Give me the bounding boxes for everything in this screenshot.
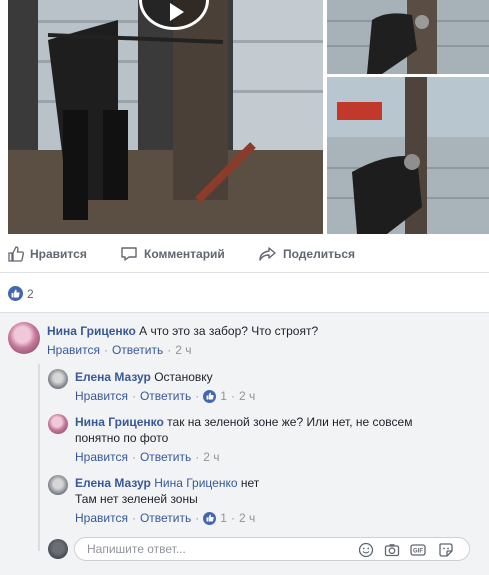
comment-body: Елена Мазур Остановку [75, 369, 213, 385]
comment-author[interactable]: Елена Мазур [75, 370, 151, 384]
smiley-icon[interactable] [358, 542, 374, 558]
avatar [48, 539, 68, 559]
comment-label: Комментарий [144, 247, 225, 261]
comment-reply-link[interactable]: Ответить [112, 342, 163, 358]
comment-author[interactable]: Нина Гриценко [75, 415, 164, 429]
comment-reply-link[interactable]: Ответить [140, 510, 191, 526]
like-reaction-icon [8, 286, 23, 301]
like-reaction-icon [203, 511, 217, 525]
camera-icon[interactable] [384, 542, 400, 558]
comment-like-link[interactable]: Нравится [75, 510, 128, 526]
comment-body: Елена Мазур Нина Гриценко нет Там нет зе… [75, 475, 455, 507]
comment-time[interactable]: 2 ч [203, 449, 219, 465]
reaction-count: 2 [27, 286, 34, 301]
reaction-summary[interactable]: 2 [8, 286, 34, 301]
comment-text: нет [240, 476, 260, 490]
comment-like-count: 1 [220, 511, 227, 525]
reply-composer[interactable]: GIF [74, 537, 470, 561]
comment-actions: Нравится · Ответить · 2 ч [75, 449, 220, 465]
comment-text: так на зеленой зоне же? Или нет, не совс… [167, 415, 413, 429]
share-button[interactable]: Поделиться [259, 246, 355, 262]
comment-like-link[interactable]: Нравится [75, 449, 128, 465]
comment-actions: Нравится · Ответить · 2 ч [47, 342, 192, 358]
sticker-icon[interactable] [438, 542, 454, 558]
avatar[interactable] [48, 475, 68, 495]
comment-text: А что это за забор? Что строят? [139, 324, 319, 338]
comment-time[interactable]: 2 ч [175, 342, 191, 358]
comment-like-count: 1 [220, 389, 227, 403]
avatar[interactable] [48, 369, 68, 389]
avatar[interactable] [48, 414, 68, 434]
share-arrow-icon [259, 247, 276, 261]
comment-body: Нина Гриценко А что это за забор? Что ст… [47, 323, 318, 339]
svg-text:GIF: GIF [413, 549, 423, 555]
video-scene [8, 0, 323, 234]
share-label: Поделиться [283, 247, 356, 261]
comment-like-link[interactable]: Нравится [75, 388, 128, 404]
photo-thumbnail[interactable] [327, 77, 489, 234]
comment-text-line2: Там нет зеленей зоны [75, 492, 198, 506]
comment-actions: Нравится · Ответить · 1 · 2 ч [75, 510, 256, 526]
comment-time[interactable]: 2 ч [239, 510, 255, 526]
reply-input[interactable] [87, 542, 347, 556]
comment-mention[interactable]: Нина Гриценко [154, 476, 237, 490]
comment-author[interactable]: Елена Мазур [75, 476, 151, 490]
comment-text: Остановку [154, 370, 213, 384]
like-button[interactable]: Нравится [8, 246, 87, 262]
comment-body: Нина Гриценко так на зеленой зоне же? Ил… [75, 414, 455, 446]
post-action-bar: Нравится Комментарий Поделиться [0, 236, 489, 273]
thread-line [38, 364, 40, 551]
post-media [0, 0, 489, 236]
speech-bubble-icon [121, 247, 137, 261]
thumbs-up-icon [8, 246, 24, 262]
comment-text-line2: понятно по фото [75, 431, 169, 445]
video-thumbnail[interactable] [8, 0, 323, 234]
comment-button[interactable]: Комментарий [120, 246, 225, 262]
like-label: Нравится [30, 247, 87, 261]
gif-icon[interactable]: GIF [410, 542, 426, 558]
like-reaction-icon [203, 389, 217, 403]
comment-author[interactable]: Нина Гриценко [47, 324, 136, 338]
comment-reply-link[interactable]: Ответить [140, 388, 191, 404]
comment-time[interactable]: 2 ч [239, 388, 255, 404]
comment-reply-link[interactable]: Ответить [140, 449, 191, 465]
photo-thumbnail[interactable] [327, 0, 489, 74]
comment-reaction[interactable]: 1 [203, 388, 227, 404]
comment-like-link[interactable]: Нравится [47, 342, 100, 358]
avatar[interactable] [8, 322, 40, 354]
comment-reaction[interactable]: 1 [203, 510, 227, 526]
comment-actions: Нравится · Ответить · 1 · 2 ч [75, 388, 256, 404]
